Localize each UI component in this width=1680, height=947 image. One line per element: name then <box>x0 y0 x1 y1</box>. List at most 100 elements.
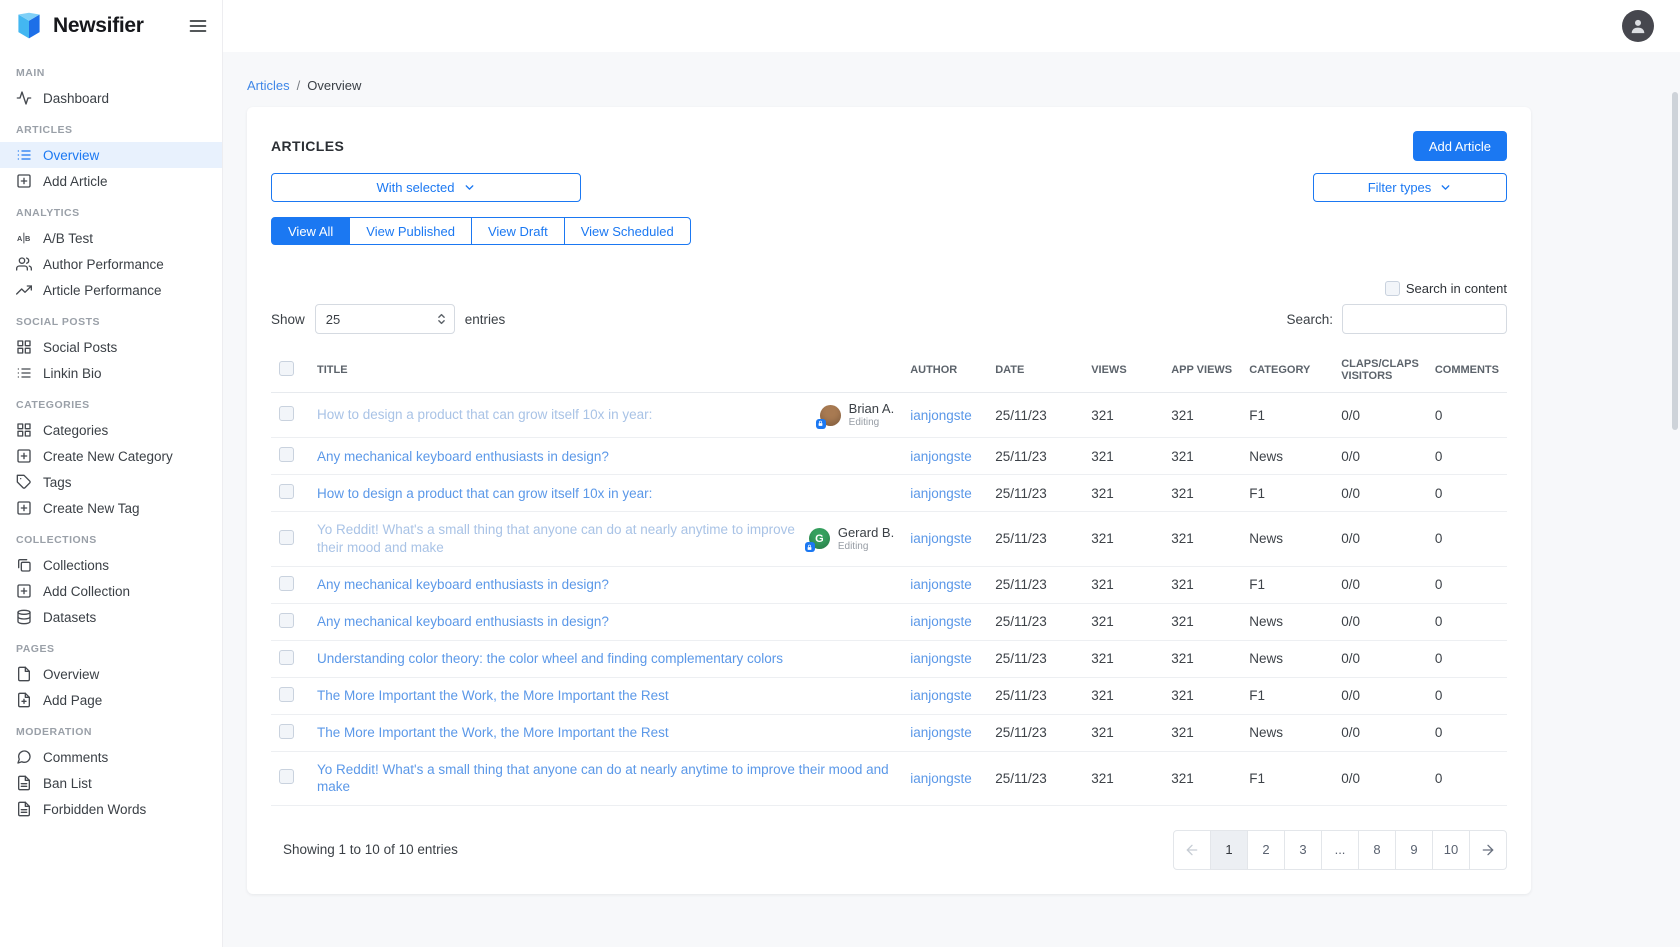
page-size-select[interactable]: 25 <box>315 304 455 334</box>
app-logo[interactable]: Newsifier <box>14 11 144 41</box>
author-link[interactable]: ianjongste <box>910 531 972 546</box>
article-title-link[interactable]: Understanding color theory: the color wh… <box>317 650 783 668</box>
claps-cell: 0/0 <box>1333 677 1427 714</box>
pagination-page-8[interactable]: 8 <box>1358 830 1396 870</box>
pagination-next-button[interactable] <box>1469 830 1507 870</box>
pagination-page-9[interactable]: 9 <box>1395 830 1433 870</box>
author-link[interactable]: ianjongste <box>910 486 972 501</box>
author-link[interactable]: ianjongste <box>910 449 972 464</box>
user-avatar[interactable] <box>1622 10 1654 42</box>
app-views-cell: 321 <box>1163 640 1241 677</box>
sidebar-item-main-dashboard[interactable]: Dashboard <box>0 85 222 111</box>
search-in-content-checkbox[interactable] <box>1385 281 1400 296</box>
date-cell: 25/11/23 <box>987 475 1083 512</box>
column-header-app-views[interactable]: APP VIEWS <box>1163 348 1241 393</box>
article-title-link[interactable]: The More Important the Work, the More Im… <box>317 687 669 705</box>
search-input[interactable] <box>1342 304 1507 334</box>
sidebar-item-label: Article Performance <box>43 283 162 298</box>
sidebar-item-label: Collections <box>43 558 109 573</box>
sidebar-item-moderation-comments[interactable]: Comments <box>0 744 222 770</box>
add-article-button[interactable]: Add Article <box>1413 131 1507 161</box>
article-title-link[interactable]: Yo Reddit! What's a small thing that any… <box>317 521 795 556</box>
filter-types-dropdown[interactable]: Filter types <box>1313 173 1507 202</box>
author-link[interactable]: ianjongste <box>910 725 972 740</box>
row-checkbox[interactable] <box>279 769 294 784</box>
tab-view-draft[interactable]: View Draft <box>471 217 565 245</box>
sidebar-item-articles-add-article[interactable]: Add Article <box>0 168 222 194</box>
row-checkbox[interactable] <box>279 530 294 545</box>
with-selected-dropdown[interactable]: With selected <box>271 173 581 202</box>
article-title-link[interactable]: Any mechanical keyboard enthusiasts in d… <box>317 448 609 466</box>
sidebar-item-moderation-forbidden-words[interactable]: Forbidden Words <box>0 796 222 822</box>
pagination-page-3[interactable]: 3 <box>1284 830 1322 870</box>
select-all-checkbox[interactable] <box>279 361 294 376</box>
sidebar-item-analytics-a-b-test[interactable]: ABA/B Test <box>0 225 222 251</box>
author-link[interactable]: ianjongste <box>910 651 972 666</box>
sidebar-item-categories-create-new-tag[interactable]: Create New Tag <box>0 495 222 521</box>
sidebar-item-categories-categories[interactable]: Categories <box>0 417 222 443</box>
views-cell: 321 <box>1083 393 1163 438</box>
row-checkbox[interactable] <box>279 447 294 462</box>
column-header-comments[interactable]: COMMENTS <box>1427 348 1507 393</box>
article-title-link[interactable]: Yo Reddit! What's a small thing that any… <box>317 761 894 796</box>
sidebar-item-collections-add-collection[interactable]: Add Collection <box>0 578 222 604</box>
sidebar-item-analytics-article-performance[interactable]: Article Performance <box>0 277 222 303</box>
pagination-page-1[interactable]: 1 <box>1210 830 1248 870</box>
row-checkbox[interactable] <box>279 724 294 739</box>
column-header-views[interactable]: VIEWS <box>1083 348 1163 393</box>
row-checkbox[interactable] <box>279 576 294 591</box>
sidebar-item-social-posts-linkin-bio[interactable]: Linkin Bio <box>0 360 222 386</box>
article-title-link[interactable]: How to design a product that can grow it… <box>317 485 652 503</box>
author-link[interactable]: ianjongste <box>910 688 972 703</box>
article-title-link[interactable]: How to design a product that can grow it… <box>317 406 652 424</box>
search-in-content-toggle[interactable]: Search in content <box>1385 281 1507 296</box>
pagination-page-2[interactable]: 2 <box>1247 830 1285 870</box>
tab-view-all[interactable]: View All <box>271 217 350 245</box>
tab-view-scheduled[interactable]: View Scheduled <box>564 217 691 245</box>
author-link[interactable]: ianjongste <box>910 771 972 786</box>
vertical-scrollbar[interactable] <box>1672 92 1678 430</box>
pagination-page-10[interactable]: 10 <box>1432 830 1470 870</box>
column-header-author[interactable]: AUTHOR <box>902 348 987 393</box>
tab-view-published[interactable]: View Published <box>349 217 472 245</box>
breadcrumb: Articles / Overview <box>247 78 1680 93</box>
sidebar-item-articles-overview[interactable]: Overview <box>0 142 222 168</box>
category-cell: News <box>1241 438 1333 475</box>
views-cell: 321 <box>1083 677 1163 714</box>
sidebar-item-categories-create-new-category[interactable]: Create New Category <box>0 443 222 469</box>
pagination-ellipsis[interactable]: ... <box>1321 830 1359 870</box>
date-cell: 25/11/23 <box>987 751 1083 805</box>
breadcrumb-articles-link[interactable]: Articles <box>247 78 290 93</box>
sidebar-item-pages-overview[interactable]: Overview <box>0 661 222 687</box>
column-header-claps-claps-visitors[interactable]: CLAPS/CLAPS VISITORS <box>1333 348 1427 393</box>
menu-icon[interactable] <box>188 16 208 36</box>
column-header-date[interactable]: DATE <box>987 348 1083 393</box>
author-link[interactable]: ianjongste <box>910 577 972 592</box>
sidebar-item-collections-datasets[interactable]: Datasets <box>0 604 222 630</box>
row-checkbox[interactable] <box>279 406 294 421</box>
sidebar-item-collections-collections[interactable]: Collections <box>0 552 222 578</box>
views-cell: 321 <box>1083 751 1163 805</box>
column-header-title[interactable]: TITLE <box>309 348 902 393</box>
article-title-link[interactable]: Any mechanical keyboard enthusiasts in d… <box>317 576 609 594</box>
article-title-link[interactable]: The More Important the Work, the More Im… <box>317 724 669 742</box>
comments-cell: 0 <box>1427 677 1507 714</box>
author-link[interactable]: ianjongste <box>910 408 972 423</box>
comments-cell: 0 <box>1427 603 1507 640</box>
table-row: Understanding color theory: the color wh… <box>271 640 1507 677</box>
sidebar-item-analytics-author-performance[interactable]: Author Performance <box>0 251 222 277</box>
column-header-category[interactable]: CATEGORY <box>1241 348 1333 393</box>
sidebar-item-pages-add-page[interactable]: Add Page <box>0 687 222 713</box>
pagination-prev-button[interactable] <box>1173 830 1211 870</box>
sidebar-item-categories-tags[interactable]: Tags <box>0 469 222 495</box>
list-icon <box>16 365 32 381</box>
row-checkbox[interactable] <box>279 687 294 702</box>
article-title-link[interactable]: Any mechanical keyboard enthusiasts in d… <box>317 613 609 631</box>
row-checkbox[interactable] <box>279 650 294 665</box>
sidebar-item-moderation-ban-list[interactable]: Ban List <box>0 770 222 796</box>
sidebar-item-social-posts-social-posts[interactable]: Social Posts <box>0 334 222 360</box>
row-checkbox[interactable] <box>279 484 294 499</box>
row-checkbox[interactable] <box>279 613 294 628</box>
author-link[interactable]: ianjongste <box>910 614 972 629</box>
table-row: Any mechanical keyboard enthusiasts in d… <box>271 438 1507 475</box>
